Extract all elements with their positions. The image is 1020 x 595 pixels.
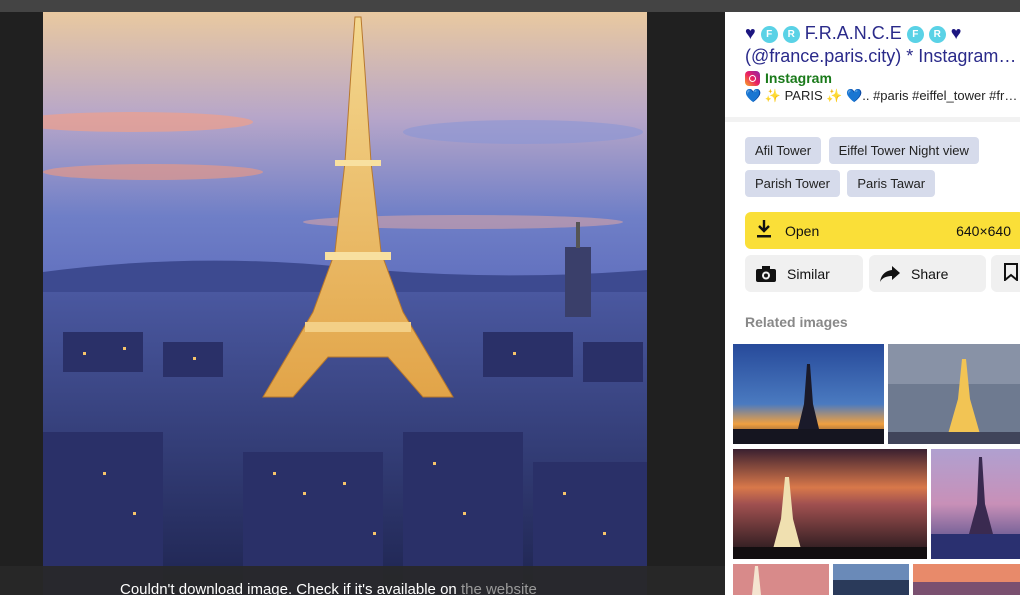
related-thumbnail[interactable] — [733, 344, 884, 444]
related-images-heading: Related images — [745, 314, 848, 330]
tag-list: Afil Tower Eiffel Tower Night view Paris… — [745, 137, 1015, 203]
badge-r-icon: R — [928, 26, 946, 43]
info-panel: ♥ F R F.R.A.N.C.E F R ♥ (@france.paris.c… — [725, 12, 1020, 595]
instagram-icon — [745, 70, 760, 86]
related-thumbnail[interactable] — [733, 564, 829, 595]
similar-label: Similar — [787, 265, 830, 282]
related-thumbnail[interactable] — [733, 449, 927, 559]
download-error-toast: Couldn't download image. Check if it's a… — [0, 566, 725, 595]
tag-chip[interactable]: Eiffel Tower Night view — [828, 137, 979, 164]
camera-search-icon — [755, 265, 777, 283]
share-label: Share — [911, 265, 949, 282]
title-line2: (@france.paris.city) * Instagram photos … — [745, 46, 1020, 66]
tag-chip[interactable]: Afil Tower — [745, 137, 822, 164]
badge-f-icon: F — [906, 26, 924, 43]
related-thumbnail[interactable] — [888, 344, 1020, 444]
tag-chip[interactable]: Paris Tawar — [847, 170, 936, 197]
source-label: Instagram — [765, 70, 832, 86]
share-arrow-icon — [879, 265, 901, 283]
related-thumbnail[interactable] — [931, 449, 1020, 559]
badge-f-icon: F — [760, 26, 778, 43]
similar-button[interactable]: Similar — [745, 255, 863, 292]
title-line1: F.R.A.N.C.E — [804, 23, 902, 43]
image-title[interactable]: ♥ F R F.R.A.N.C.E F R ♥ (@france.paris.c… — [745, 22, 1020, 68]
image-size: 640×640 — [956, 222, 1011, 239]
image-viewer[interactable] — [0, 12, 725, 595]
toast-message: Couldn't download image. Check if it's a… — [120, 581, 457, 595]
open-label: Open — [785, 222, 820, 239]
heart-icon: ♥ — [745, 23, 756, 43]
source-link[interactable]: Instagram — [745, 70, 832, 86]
related-thumbnail[interactable] — [913, 564, 1020, 595]
divider — [725, 117, 1020, 122]
open-button[interactable]: Open 640×640 — [745, 212, 1020, 249]
top-bar — [0, 0, 1020, 12]
share-button[interactable]: Share — [869, 255, 986, 292]
website-link[interactable]: the website — [461, 581, 537, 595]
image-description: 💙 ✨ PARIS ✨ 💙.. #paris #eiffel_tower #fr… — [745, 88, 1020, 103]
related-thumbnail[interactable] — [833, 564, 909, 595]
download-icon — [755, 219, 773, 242]
main-image[interactable] — [43, 12, 647, 595]
bookmark-icon — [1004, 263, 1018, 284]
bookmark-button[interactable] — [991, 255, 1020, 292]
tag-chip[interactable]: Parish Tower — [745, 170, 840, 197]
badge-r-icon: R — [782, 26, 800, 43]
heart-icon: ♥ — [950, 23, 962, 43]
